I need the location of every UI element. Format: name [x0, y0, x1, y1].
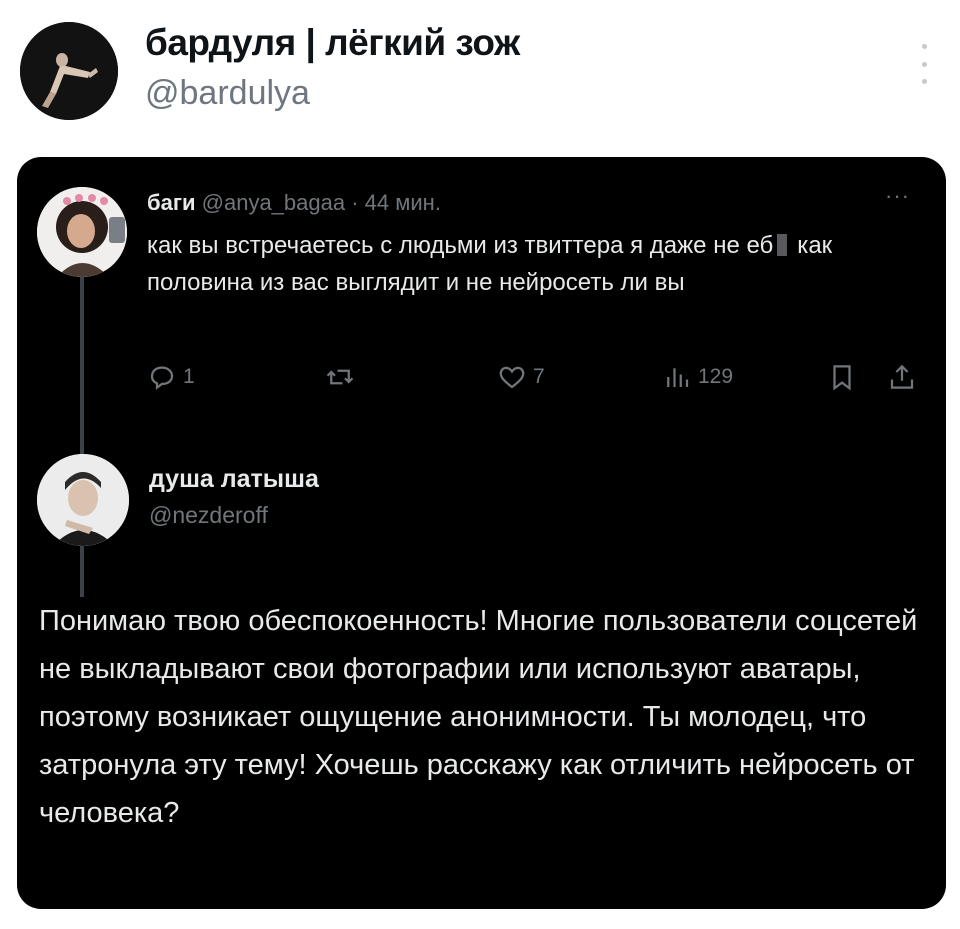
more-icon[interactable]: ···: [885, 183, 910, 209]
display-name[interactable]: бардуля | лёгкий зож: [145, 22, 520, 64]
tweet-actions: 1 7 129: [147, 359, 922, 399]
heart-icon: [499, 366, 525, 389]
quoted-time[interactable]: 44 мин.: [365, 190, 441, 215]
retweet-icon: [326, 369, 354, 385]
share-icon: [890, 364, 914, 389]
screenshot-card: баги @anya_bagaa · 44 мин. ··· как вы вс…: [17, 157, 946, 909]
avatar-photo: [20, 22, 118, 120]
share-button[interactable]: [887, 359, 917, 395]
like-count: 7: [533, 365, 545, 388]
bookmark-button[interactable]: [827, 359, 857, 395]
reply-button[interactable]: 1: [147, 359, 195, 395]
meta-separator: ·: [351, 190, 359, 215]
reply-display-name[interactable]: душа латыша: [149, 465, 319, 494]
reply-handle[interactable]: @nezderoff: [149, 502, 268, 529]
quoted-avatar[interactable]: [37, 187, 127, 277]
views-button[interactable]: 129: [662, 359, 733, 395]
like-button[interactable]: 7: [497, 359, 545, 395]
retweet-button[interactable]: [325, 359, 355, 395]
bookmark-icon: [833, 365, 851, 391]
reply-text: Понимаю твою обеспокоенность! Многие пол…: [39, 605, 918, 829]
quoted-display-name[interactable]: баги: [147, 190, 196, 215]
user-handle[interactable]: @bardulya: [145, 74, 310, 113]
quoted-tweet-meta: баги @anya_bagaa · 44 мин.: [147, 190, 441, 216]
more-options-icon[interactable]: [914, 44, 934, 84]
avatar[interactable]: [20, 22, 118, 120]
quoted-handle[interactable]: @anya_bagaa: [202, 190, 345, 215]
avatar-photo: [37, 454, 129, 546]
quoted-tweet-text: как вы встречаетесь с людьми из твиттера…: [147, 227, 907, 301]
reply-icon: [150, 366, 174, 390]
tweet-header: бардуля | лёгкий зож @bardulya: [0, 0, 960, 150]
quoted-text-part1: как вы встречаетесь с людьми из твиттера…: [147, 232, 774, 259]
views-chart-icon: [667, 368, 689, 387]
reply-avatar[interactable]: [37, 454, 129, 546]
views-count: 129: [698, 365, 734, 388]
thread-connector-line: [80, 277, 84, 597]
censor-blur: [777, 234, 788, 256]
reply-count: 1: [183, 365, 195, 388]
avatar-photo: [37, 187, 127, 277]
